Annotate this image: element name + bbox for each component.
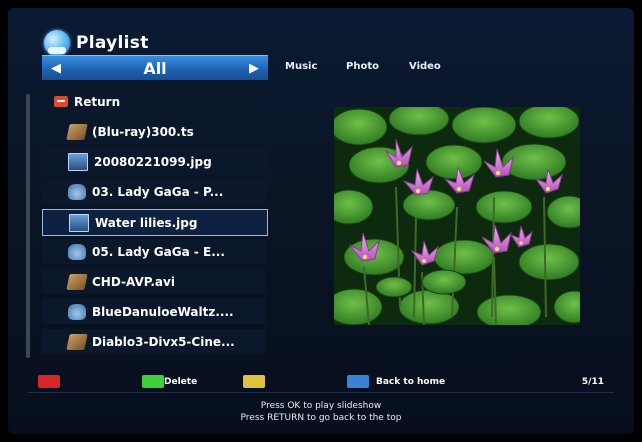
tab-video[interactable]: Video <box>409 61 441 72</box>
blue-button-label: Back to home <box>376 377 446 387</box>
list-item-label: Diablo3-Divx5-Cine... <box>92 334 235 349</box>
list-item-return[interactable]: Return <box>42 89 266 114</box>
list-item-label: Water lilies.jpg <box>95 215 198 230</box>
list-item-label: 20080221099.jpg <box>94 154 212 169</box>
hint-line-2: Press RETURN to go back to the top <box>240 413 402 423</box>
list-item[interactable]: Diablo3-Divx5-Cine... <box>42 329 266 354</box>
blue-button[interactable] <box>347 375 369 388</box>
green-button-label: Delete <box>164 377 198 387</box>
playlist-icon <box>44 30 70 56</box>
list-item[interactable]: CHD-AVP.avi <box>42 269 266 294</box>
music-file-icon <box>68 183 86 200</box>
video-file-icon <box>66 123 88 140</box>
green-button[interactable] <box>142 375 164 388</box>
tab-selector[interactable]: ◀ All ▶ <box>42 55 268 80</box>
list-item-label: 03. Lady GaGa - P... <box>92 184 224 199</box>
list-item[interactable]: 03. Lady GaGa - P... <box>42 179 266 204</box>
list-item[interactable]: 05. Lady GaGa - E... <box>42 239 266 264</box>
footer-divider <box>28 392 614 393</box>
list-item[interactable]: BlueDanuloeWaltz.... <box>42 299 266 324</box>
water-lilies-image <box>334 107 580 325</box>
list-item-label: Return <box>74 94 121 109</box>
photo-file-icon <box>69 213 89 232</box>
photo-file-icon <box>68 152 88 171</box>
list-item[interactable]: 20080221099.jpg <box>42 149 266 174</box>
tab-left-arrow-icon[interactable]: ◀ <box>42 61 70 76</box>
video-file-icon <box>66 273 88 290</box>
page-counter: 5/11 <box>581 377 604 387</box>
list-item-label: BlueDanuloeWaltz.... <box>92 304 234 319</box>
file-list: Return (Blu-ray)300.ts 20080221099.jpg 0… <box>34 89 268 357</box>
music-file-icon <box>68 243 86 260</box>
list-item-label: CHD-AVP.avi <box>92 274 175 289</box>
return-icon <box>54 96 68 107</box>
red-button[interactable] <box>38 375 60 388</box>
tab-all[interactable]: All <box>143 59 166 78</box>
tab-music[interactable]: Music <box>285 61 317 72</box>
page-title: Playlist <box>76 33 149 53</box>
list-item-selected[interactable]: Water lilies.jpg <box>42 209 268 236</box>
hint-line-1: Press OK to play slideshow <box>260 401 382 411</box>
header: Playlist <box>44 28 149 58</box>
tab-photo[interactable]: Photo <box>346 61 379 72</box>
tab-right-arrow-icon[interactable]: ▶ <box>240 61 268 76</box>
music-file-icon <box>68 303 86 320</box>
list-item[interactable]: (Blu-ray)300.ts <box>42 119 266 144</box>
yellow-button[interactable] <box>243 375 265 388</box>
image-preview <box>334 107 580 325</box>
list-scrollbar[interactable] <box>26 94 30 358</box>
playlist-screen: Playlist ◀ All ▶ Music Photo Video Retur… <box>8 8 634 434</box>
footer-bar: Delete Back to home 5/11 <box>8 372 634 392</box>
list-item-label: 05. Lady GaGa - E... <box>92 244 225 259</box>
video-file-icon <box>66 333 88 350</box>
list-item-label: (Blu-ray)300.ts <box>92 124 194 139</box>
